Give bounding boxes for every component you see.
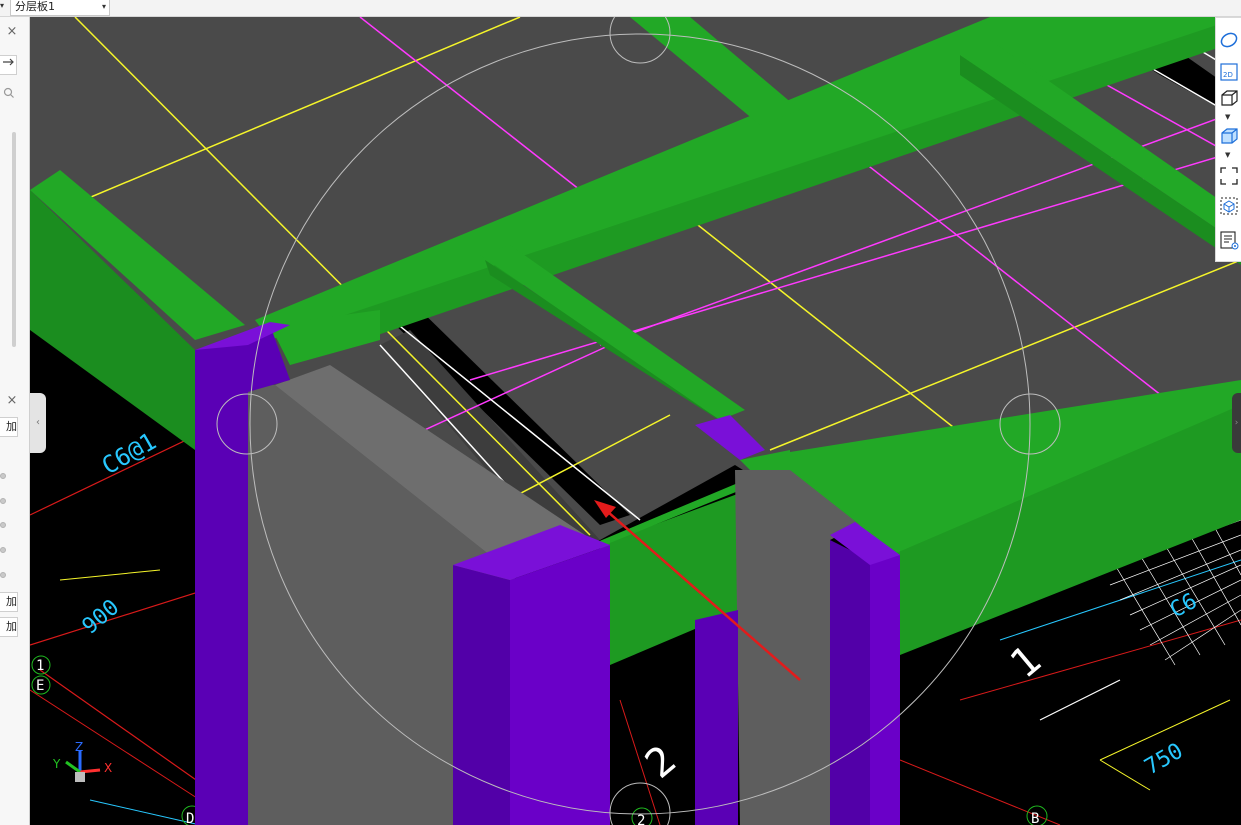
chevron-down-icon[interactable]: ▼	[1225, 151, 1230, 159]
select-box-button[interactable]	[1219, 196, 1239, 216]
layer-list-button[interactable]	[1219, 230, 1239, 250]
dimension-900: 900	[78, 595, 125, 640]
view-toolbar: 2D ▼ ▼	[1215, 17, 1241, 262]
section-mark-2: 2	[637, 737, 685, 788]
floor-selector[interactable]: 分层板1 ▾	[10, 0, 110, 16]
dimension-750: 750	[1141, 739, 1188, 781]
grid-label-E: E	[36, 678, 44, 694]
add-button-2[interactable]: 加	[0, 592, 18, 612]
3d-solid-button[interactable]	[1219, 126, 1239, 146]
zoom-extents-button[interactable]	[1219, 166, 1239, 186]
chevron-down-icon[interactable]: ▼	[1225, 113, 1230, 121]
chevron-down-icon: ▾	[101, 2, 106, 11]
3d-box-button[interactable]	[1219, 88, 1239, 108]
scrollbar[interactable]	[12, 132, 16, 347]
radio-option[interactable]	[0, 498, 6, 504]
2d-view-button[interactable]: 2D	[1219, 62, 1239, 82]
select-box-icon	[1220, 197, 1238, 215]
left-panel: × × 加 加 加	[0, 17, 30, 825]
left-panel-collapse-tab[interactable]: ‹	[30, 393, 46, 453]
close-icon[interactable]: ×	[5, 394, 19, 408]
add-button-1[interactable]: 加	[0, 417, 18, 437]
expand-button[interactable]	[0, 55, 17, 75]
radio-option[interactable]	[0, 547, 6, 553]
axis-label-x: X	[104, 761, 112, 775]
radio-option[interactable]	[0, 473, 6, 479]
3d-solid-icon	[1221, 128, 1238, 144]
2d-view-icon: 2D	[1220, 63, 1238, 81]
top-toolbar: ▾ 分层板1 ▾	[0, 0, 1241, 17]
radio-option[interactable]	[0, 572, 6, 578]
rebar-label: C6@1	[97, 427, 161, 480]
3d-viewport[interactable]: C6@1 900 750 C6 1 2 1 E D 2 B Y Z X	[30, 17, 1241, 825]
axis-label-z: Z	[75, 740, 83, 754]
model-canvas[interactable]: C6@1 900 750 C6 1 2 1 E D 2 B Y Z X	[30, 17, 1241, 825]
orbit-icon	[1220, 32, 1238, 48]
axis-label-y: Y	[52, 757, 61, 771]
right-panel-collapse-tab[interactable]: ›	[1232, 393, 1241, 453]
axis-triad: Y Z	[52, 740, 101, 782]
zoom-extents-icon	[1220, 167, 1238, 185]
orbit-button[interactable]	[1219, 30, 1239, 50]
double-arrow-icon	[3, 58, 14, 66]
svg-text:2D: 2D	[1223, 71, 1233, 79]
grid-label-B: B	[1031, 811, 1039, 825]
rebar-label-right: C6	[1166, 589, 1201, 624]
grid-label-2: 2	[637, 813, 645, 825]
close-icon[interactable]: ×	[5, 25, 19, 39]
search-icon	[3, 87, 14, 98]
3d-box-icon	[1221, 90, 1238, 106]
grid-label-1: 1	[36, 658, 44, 674]
floor-selector-value: 分层板1	[15, 0, 55, 13]
section-mark-1: 1	[1002, 637, 1050, 688]
layer-list-icon	[1220, 231, 1239, 250]
add-button-3[interactable]: 加	[0, 617, 18, 637]
grid-label-D: D	[186, 811, 194, 825]
radio-option[interactable]	[0, 522, 6, 528]
search-button[interactable]	[0, 87, 17, 107]
chevron-down-icon[interactable]: ▾	[0, 1, 4, 10]
